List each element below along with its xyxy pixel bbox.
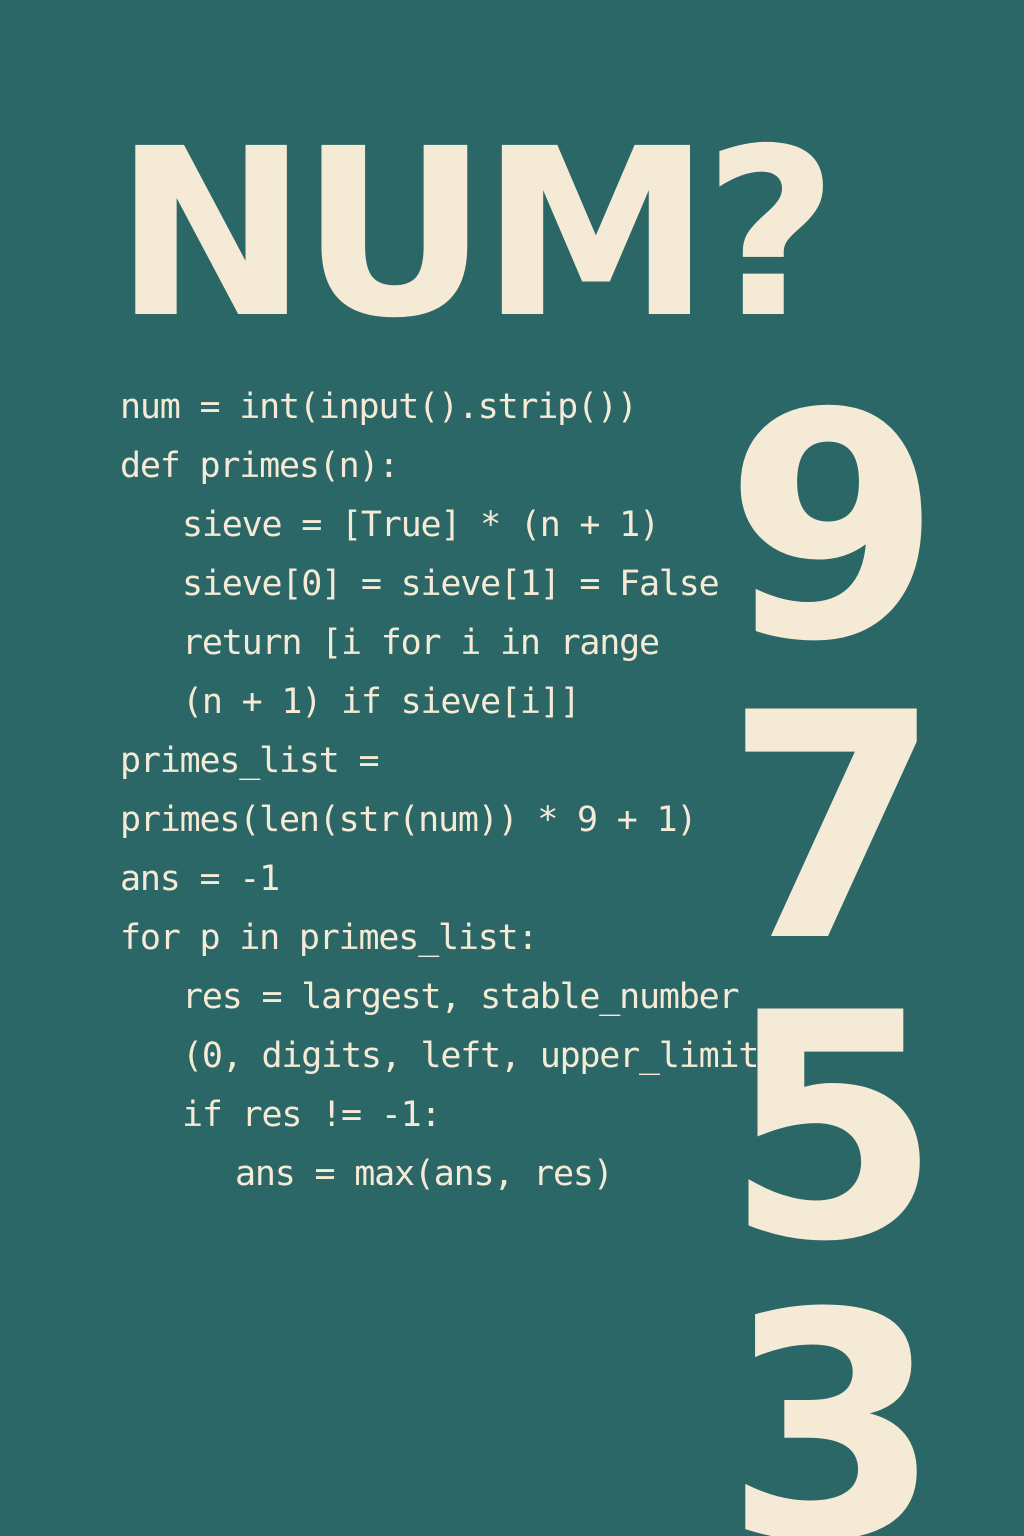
code-line: res = largest, stable_number [182,977,740,1017]
code-line: ans = -1 [120,859,280,899]
code-line: num = int(input().strip()) [120,387,638,427]
code-line: sieve[0] = sieve[1] = False [182,564,720,604]
code-line: sieve = [True] * (n + 1) [182,505,660,545]
code-line: primes(len(str(num)) * 9 + 1) [120,800,697,840]
code-line: return [i for i in range [182,623,660,663]
digit-column: 9 7 5 3 [718,346,948,1536]
digit-7: 7 [724,646,942,1010]
code-block: num = int(input().strip()) def primes(n)… [120,378,779,1204]
code-line: ans = max(ans, res) [235,1154,614,1194]
code-line: for p in primes_list: [120,918,539,958]
code-line: (0, digits, left, upper_limit) [182,1036,779,1076]
digit-9: 9 [724,346,942,710]
digit-3: 3 [724,1246,942,1536]
code-line: if res != -1: [182,1095,442,1135]
code-line: primes_list = [120,741,380,781]
code-line: def primes(n): [120,446,399,486]
poster-title: NUM? [114,99,838,369]
code-line: (n + 1) if sieve[i]] [182,682,581,722]
digit-5: 5 [724,946,942,1310]
poster: NUM? num = int(input().strip()) def prim… [0,0,1024,1536]
